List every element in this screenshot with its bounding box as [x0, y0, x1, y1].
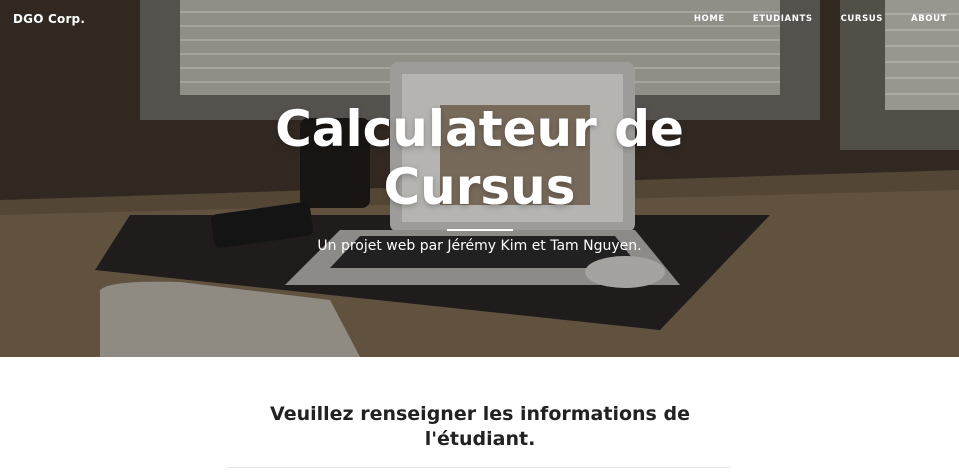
section-title: Veuillez renseigner les informations de … — [230, 402, 730, 452]
nav-link-etudiants[interactable]: ETUDIANTS — [753, 14, 813, 24]
nav-link-about[interactable]: ABOUT — [911, 14, 947, 24]
brand-logo-link[interactable]: DGO Corp. — [13, 12, 85, 26]
hero-subtitle: Un projet web par Jérémy Kim et Tam Nguy… — [317, 238, 642, 254]
nav-link-home[interactable]: HOME — [694, 14, 725, 24]
hero-divider — [447, 229, 513, 231]
section-title-line1: Veuillez renseigner les informations de — [270, 403, 690, 425]
section-divider — [228, 467, 731, 468]
hero-title-line1: Calculateur de — [275, 100, 684, 158]
main-nav: HOME ETUDIANTS CURSUS ABOUT — [666, 14, 947, 24]
hero-header: DGO Corp. HOME ETUDIANTS CURSUS ABOUT Ca… — [0, 0, 959, 357]
section-title-line2: l'étudiant. — [424, 428, 536, 450]
hero-title-line2: Cursus — [383, 158, 576, 216]
nav-link-cursus[interactable]: CURSUS — [841, 14, 883, 24]
hero-title: Calculateur de Cursus — [0, 100, 959, 216]
